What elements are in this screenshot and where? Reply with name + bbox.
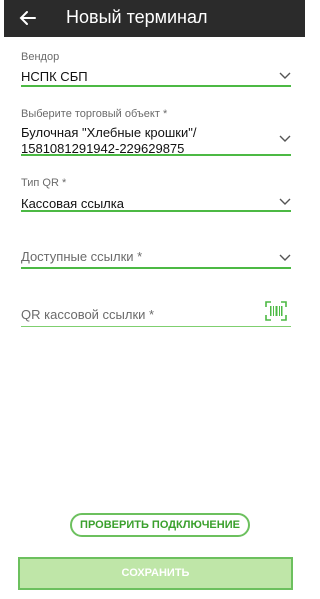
available-links-underline	[21, 267, 291, 269]
merchant-select[interactable]: Выберите торговый объект * Булочная "Хле…	[21, 108, 291, 156]
check-connection-button[interactable]: ПРОВЕРИТЬ ПОДКЛЮЧЕНИЕ	[70, 513, 250, 537]
vendor-value: НСПК СБП	[21, 69, 88, 84]
qr-link-underline	[21, 326, 291, 327]
save-button[interactable]: СОХРАНИТЬ	[18, 557, 293, 590]
vendor-select[interactable]: Вендор НСПК СБП	[21, 51, 291, 87]
vendor-label: Вендор	[21, 51, 60, 63]
back-arrow-icon[interactable]	[16, 6, 40, 30]
screen: Новый терминал Вендор НСПК СБП Выберите …	[4, 0, 305, 599]
chevron-down-icon	[279, 254, 291, 261]
qr-type-underline	[21, 210, 291, 212]
available-links-placeholder: Доступные ссылки *	[21, 249, 143, 264]
merchant-underline	[21, 154, 291, 156]
chevron-down-icon	[279, 135, 291, 142]
merchant-label: Выберите торговый объект *	[21, 108, 168, 120]
available-links-select[interactable]: Доступные ссылки *	[21, 249, 291, 269]
chevron-down-icon	[279, 198, 291, 205]
merchant-value-line1: Булочная "Хлебные крошки"/	[21, 125, 197, 140]
vendor-underline	[21, 85, 291, 87]
app-bar: Новый терминал	[4, 0, 305, 37]
qr-type-label: Тип QR *	[21, 177, 67, 189]
qr-scan-icon[interactable]	[265, 301, 287, 321]
qr-link-placeholder: QR кассовой ссылки *	[21, 307, 155, 322]
qr-link-input[interactable]: QR кассовой ссылки *	[21, 301, 291, 327]
qr-type-select[interactable]: Тип QR * Кассовая ссылка	[21, 177, 291, 213]
page-title: Новый терминал	[66, 7, 208, 27]
chevron-down-icon	[279, 72, 291, 79]
